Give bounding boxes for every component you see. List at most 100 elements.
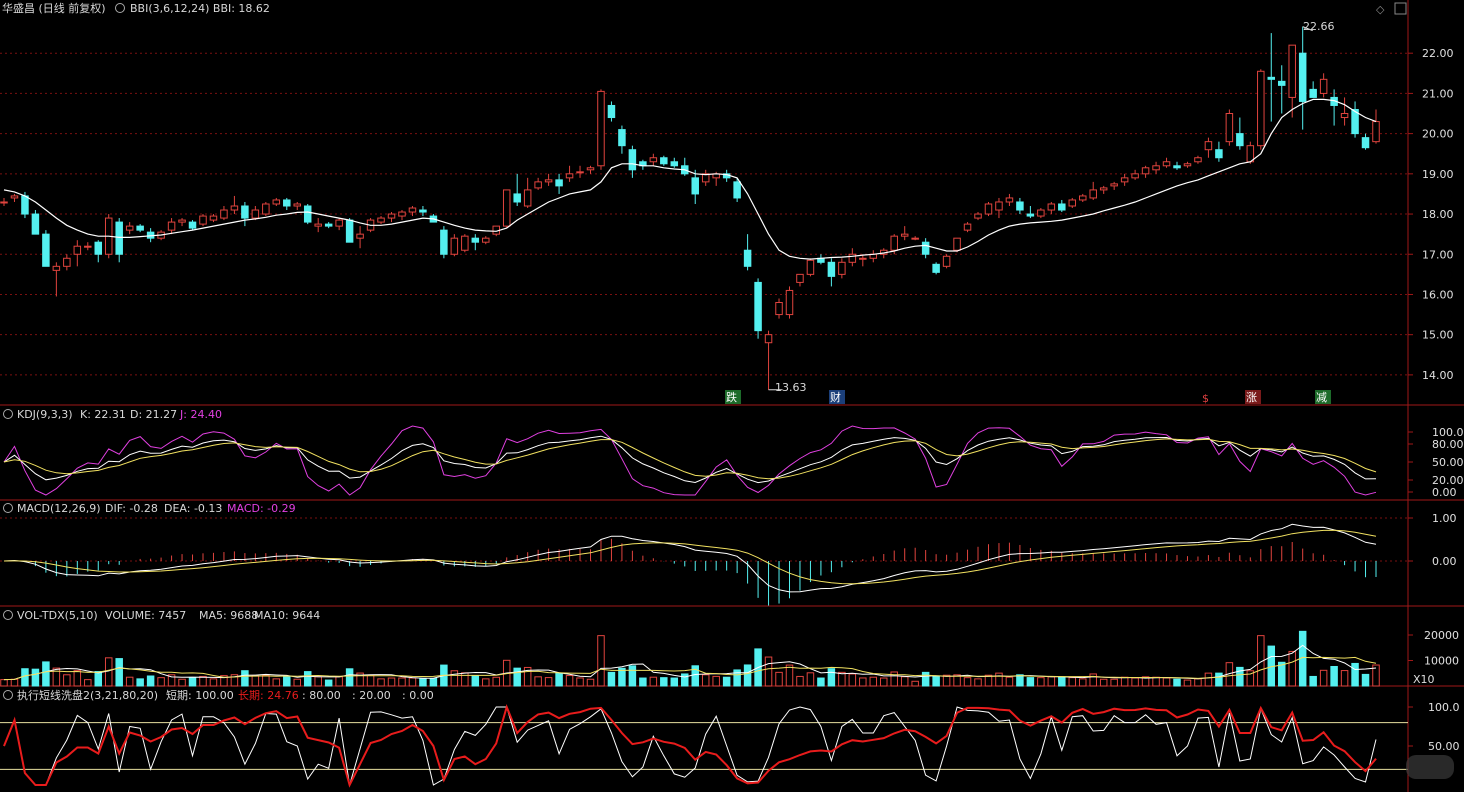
candle[interactable] bbox=[471, 234, 480, 251]
candle[interactable] bbox=[1089, 181, 1097, 200]
candle[interactable] bbox=[1110, 181, 1118, 190]
candle[interactable] bbox=[1351, 101, 1359, 138]
candle[interactable] bbox=[1340, 97, 1349, 126]
kdj-settings-icon[interactable] bbox=[3, 409, 13, 419]
candle[interactable] bbox=[335, 218, 343, 231]
candle[interactable] bbox=[586, 165, 595, 174]
candle[interactable] bbox=[1330, 89, 1338, 126]
candle[interactable] bbox=[963, 222, 972, 233]
candle[interactable] bbox=[701, 169, 710, 186]
diamond-icon[interactable]: ◇ bbox=[1376, 3, 1385, 16]
candle[interactable] bbox=[1236, 117, 1244, 150]
candle[interactable] bbox=[461, 234, 469, 253]
candle[interactable] bbox=[743, 234, 752, 271]
candle[interactable] bbox=[398, 210, 406, 221]
candle[interactable] bbox=[607, 101, 616, 122]
candle[interactable] bbox=[775, 298, 783, 319]
candle[interactable] bbox=[115, 218, 123, 263]
candle[interactable] bbox=[691, 169, 699, 204]
candle[interactable] bbox=[859, 254, 867, 267]
candle[interactable] bbox=[502, 189, 511, 229]
candle[interactable] bbox=[377, 216, 385, 225]
candle[interactable] bbox=[94, 240, 103, 263]
candle[interactable] bbox=[0, 197, 8, 206]
candle[interactable] bbox=[1288, 44, 1296, 118]
candle[interactable] bbox=[125, 222, 134, 235]
candle[interactable] bbox=[52, 262, 61, 297]
candle[interactable] bbox=[565, 165, 574, 182]
candle[interactable] bbox=[838, 258, 846, 279]
candle[interactable] bbox=[618, 125, 626, 154]
candle[interactable] bbox=[31, 210, 40, 235]
candle[interactable] bbox=[178, 218, 186, 227]
candle[interactable] bbox=[921, 238, 930, 259]
candle[interactable] bbox=[356, 226, 364, 249]
candle[interactable] bbox=[555, 173, 563, 194]
candle[interactable] bbox=[1204, 137, 1213, 158]
settings-icon[interactable] bbox=[115, 3, 125, 13]
candle[interactable] bbox=[1183, 161, 1192, 168]
candle[interactable] bbox=[534, 177, 542, 190]
candle[interactable] bbox=[199, 214, 207, 227]
candle[interactable] bbox=[1225, 109, 1234, 146]
candle[interactable] bbox=[1257, 69, 1265, 150]
candle[interactable] bbox=[1372, 109, 1380, 144]
candle[interactable] bbox=[419, 206, 427, 217]
candle[interactable] bbox=[796, 273, 804, 287]
candle[interactable] bbox=[440, 226, 448, 259]
candle[interactable] bbox=[1058, 199, 1066, 213]
candle[interactable] bbox=[272, 197, 281, 206]
candle[interactable] bbox=[1194, 155, 1202, 164]
candle[interactable] bbox=[1068, 197, 1077, 209]
candle[interactable] bbox=[1037, 208, 1045, 219]
candle[interactable] bbox=[1361, 133, 1370, 150]
candle[interactable] bbox=[387, 212, 396, 223]
candle[interactable] bbox=[628, 145, 637, 178]
candle[interactable] bbox=[848, 248, 857, 267]
candle[interactable] bbox=[1173, 161, 1181, 170]
candle[interactable] bbox=[429, 214, 438, 223]
candle[interactable] bbox=[10, 193, 19, 202]
candle[interactable] bbox=[544, 173, 553, 186]
candle[interactable] bbox=[911, 236, 919, 241]
candle[interactable] bbox=[63, 254, 71, 271]
candle[interactable] bbox=[136, 224, 144, 233]
candle[interactable] bbox=[1120, 173, 1129, 186]
candle[interactable] bbox=[73, 240, 82, 267]
candle[interactable] bbox=[869, 250, 878, 263]
candle[interactable] bbox=[1309, 81, 1317, 98]
candle[interactable] bbox=[1319, 73, 1328, 98]
candle[interactable] bbox=[1141, 165, 1150, 178]
candle[interactable] bbox=[209, 214, 218, 223]
candle[interactable] bbox=[827, 258, 836, 287]
candle[interactable] bbox=[670, 157, 679, 168]
window-toggle-icon[interactable] bbox=[1394, 2, 1407, 15]
candle[interactable] bbox=[1099, 185, 1108, 194]
candle[interactable] bbox=[1079, 193, 1087, 202]
candle[interactable] bbox=[1152, 161, 1160, 174]
candle[interactable] bbox=[450, 234, 459, 257]
candle[interactable] bbox=[649, 153, 658, 166]
candle[interactable] bbox=[1215, 141, 1223, 162]
osc-settings-icon[interactable] bbox=[3, 690, 13, 700]
candle[interactable] bbox=[1047, 201, 1056, 215]
candle[interactable] bbox=[597, 89, 605, 170]
candle[interactable] bbox=[995, 197, 1003, 219]
candle[interactable] bbox=[817, 254, 825, 265]
candle[interactable] bbox=[42, 230, 50, 267]
candle[interactable] bbox=[681, 157, 689, 176]
candle[interactable] bbox=[241, 201, 249, 227]
candle[interactable] bbox=[900, 226, 909, 241]
candle[interactable] bbox=[1277, 65, 1286, 114]
candle[interactable] bbox=[293, 201, 301, 211]
macd-settings-icon[interactable] bbox=[3, 503, 13, 513]
candle[interactable] bbox=[576, 165, 584, 178]
candle[interactable] bbox=[1298, 26, 1307, 130]
candle[interactable] bbox=[84, 242, 92, 251]
candle[interactable] bbox=[754, 278, 762, 339]
candle[interactable] bbox=[1131, 169, 1139, 180]
candle[interactable] bbox=[1026, 206, 1035, 219]
candle[interactable] bbox=[1016, 197, 1024, 215]
candle[interactable] bbox=[345, 218, 354, 243]
candle[interactable] bbox=[764, 330, 773, 390]
